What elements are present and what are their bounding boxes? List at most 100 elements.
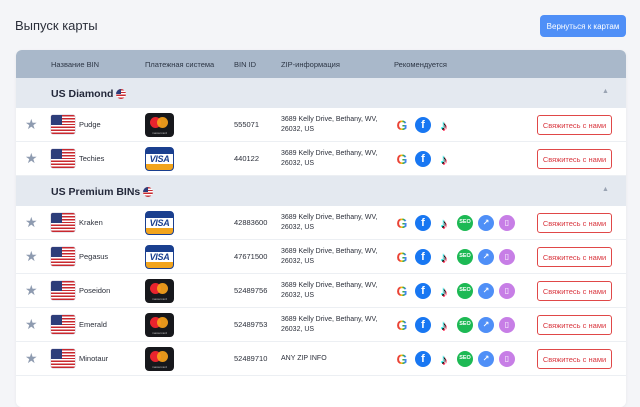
tiktok-icon: ♪ — [440, 351, 448, 367]
bin-id: 42883600 — [234, 218, 268, 227]
ads-icon: ↗ — [478, 215, 494, 231]
table-row: ★ Minotaur mastercard 52489710 ANY ZIP INFO G… — [16, 342, 626, 376]
group-title: US Diamond — [51, 88, 127, 100]
group-header[interactable]: US Diamond ▲ — [16, 78, 626, 108]
column-header-payment-system: Платежная система — [145, 60, 215, 69]
us-flag-icon — [51, 281, 75, 300]
tiktok-icon: ♪ — [440, 317, 448, 333]
contact-us-button[interactable]: Свяжитесь с нами — [537, 281, 612, 301]
recommended-icons: Gf ♪ — [394, 117, 452, 133]
bin-table: Название BIN Платежная система BIN ID ZI… — [16, 50, 626, 407]
google-icon: G — [396, 351, 408, 367]
seo-icon: SEO — [457, 215, 473, 231]
facebook-icon: f — [415, 117, 431, 133]
column-header-zip-info: ZIP-информация — [281, 60, 340, 69]
table-header: Название BIN Платежная система BIN ID ZI… — [16, 50, 626, 78]
zip-info: 3689 Kelly Drive, Bethany, WV, 26032, US — [281, 150, 378, 167]
google-icon: G — [396, 215, 408, 231]
app-icon: ▯ — [499, 351, 515, 367]
ads-icon: ↗ — [478, 317, 494, 333]
visa-logo-icon: VISA — [145, 245, 174, 269]
google-icon: G — [396, 151, 408, 167]
zip-info: 3689 Kelly Drive, Bethany, WV, 26032, US — [281, 214, 378, 231]
us-flag-icon — [51, 247, 75, 266]
group-title-text: US Premium BINs — [51, 186, 141, 198]
back-to-cards-button[interactable]: Вернуться к картам — [540, 15, 626, 37]
group-title: US Premium BINs — [51, 186, 154, 198]
star-icon[interactable]: ★ — [25, 283, 38, 297]
zip-info: 3689 Kelly Drive, Bethany, WV, 26032, US — [281, 116, 378, 133]
table-row: ★ Emerald mastercard 52489753 3689 Kelly Dri… — [16, 308, 626, 342]
mastercard-logo-text: mastercard — [151, 331, 167, 335]
recommended-icons: Gf ♪ SEO ↗ ▯ — [394, 351, 515, 367]
facebook-icon: f — [415, 283, 431, 299]
recommended-icons: Gf ♪ SEO ↗ ▯ — [394, 317, 515, 333]
bin-id: 440122 — [234, 154, 260, 163]
star-icon[interactable]: ★ — [25, 215, 38, 229]
zip-info: 3689 Kelly Drive, Bethany, WV, 26032, US — [281, 282, 378, 299]
star-icon[interactable]: ★ — [25, 351, 38, 365]
bin-name: Pegasus — [79, 252, 109, 261]
visa-logo-icon: VISA — [145, 147, 174, 171]
facebook-icon: f — [415, 317, 431, 333]
tiktok-icon: ♪ — [440, 283, 448, 299]
us-flag-icon — [51, 213, 75, 232]
us-flag-icon — [51, 115, 75, 134]
star-icon[interactable]: ★ — [25, 249, 38, 263]
contact-us-button[interactable]: Свяжитесь с нами — [537, 213, 612, 233]
mastercard-logo-icon: mastercard — [145, 279, 174, 303]
contact-us-button[interactable]: Свяжитесь с нами — [537, 315, 612, 335]
scroll-fade — [16, 382, 626, 407]
tiktok-icon: ♪ — [440, 249, 448, 265]
group-title-text: US Diamond — [51, 88, 114, 100]
group-header[interactable]: US Premium BINs ▲ — [16, 176, 626, 206]
column-header-bin-id: BIN ID — [234, 60, 257, 69]
google-icon: G — [396, 283, 408, 299]
seo-icon: SEO — [457, 283, 473, 299]
chevron-up-icon[interactable]: ▲ — [602, 186, 609, 193]
visa-logo-icon: VISA — [145, 211, 174, 235]
star-icon[interactable]: ★ — [25, 317, 38, 331]
facebook-icon: f — [415, 151, 431, 167]
us-flag-icon — [143, 187, 154, 197]
bin-name: Minotaur — [79, 354, 109, 363]
bin-name: Poseidon — [79, 286, 111, 295]
google-icon: G — [396, 249, 408, 265]
bin-name: Kraken — [79, 218, 103, 227]
us-flag-icon — [51, 149, 75, 168]
visa-logo-text: VISA — [149, 154, 170, 164]
zip-info: 3689 Kelly Drive, Bethany, WV, 26032, US — [281, 316, 378, 333]
chevron-up-icon[interactable]: ▲ — [602, 88, 609, 95]
page-header: Выпуск карты Вернуться к картам — [0, 0, 640, 48]
facebook-icon: f — [415, 351, 431, 367]
mastercard-logo-icon: mastercard — [145, 113, 174, 137]
mastercard-logo-text: mastercard — [151, 297, 167, 301]
mastercard-logo-icon: mastercard — [145, 347, 174, 371]
bin-name: Pudge — [79, 120, 101, 129]
ads-icon: ↗ — [478, 283, 494, 299]
app-icon: ▯ — [499, 283, 515, 299]
mastercard-logo-text: mastercard — [151, 365, 167, 369]
bin-id: 555071 — [234, 120, 260, 129]
us-flag-icon — [116, 89, 127, 99]
ads-icon: ↗ — [478, 351, 494, 367]
contact-us-button[interactable]: Свяжитесь с нами — [537, 247, 612, 267]
star-icon[interactable]: ★ — [25, 151, 38, 165]
tiktok-icon: ♪ — [440, 151, 448, 167]
seo-icon: SEO — [457, 351, 473, 367]
column-header-recommended: Рекомендуется — [394, 60, 447, 69]
bin-id: 47671500 — [234, 252, 268, 261]
star-icon[interactable]: ★ — [25, 117, 38, 131]
mastercard-logo-text: mastercard — [151, 131, 167, 135]
table-row: ★ Kraken VISA 42883600 3689 Kelly Drive, Bet… — [16, 206, 626, 240]
contact-us-button[interactable]: Свяжитесь с нами — [537, 115, 612, 135]
facebook-icon: f — [415, 215, 431, 231]
zip-info: ANY ZIP INFO — [281, 355, 327, 362]
table-row: ★ Poseidon mastercard 52489756 3689 Kelly Dr… — [16, 274, 626, 308]
contact-us-button[interactable]: Свяжитесь с нами — [537, 349, 612, 369]
bin-name: Emerald — [79, 320, 107, 329]
contact-us-button[interactable]: Свяжитесь с нами — [537, 149, 612, 169]
bin-name: Techies — [79, 154, 105, 163]
table-row: ★ Pegasus VISA 47671500 3689 Kelly Drive, Be… — [16, 240, 626, 274]
google-icon: G — [396, 117, 408, 133]
